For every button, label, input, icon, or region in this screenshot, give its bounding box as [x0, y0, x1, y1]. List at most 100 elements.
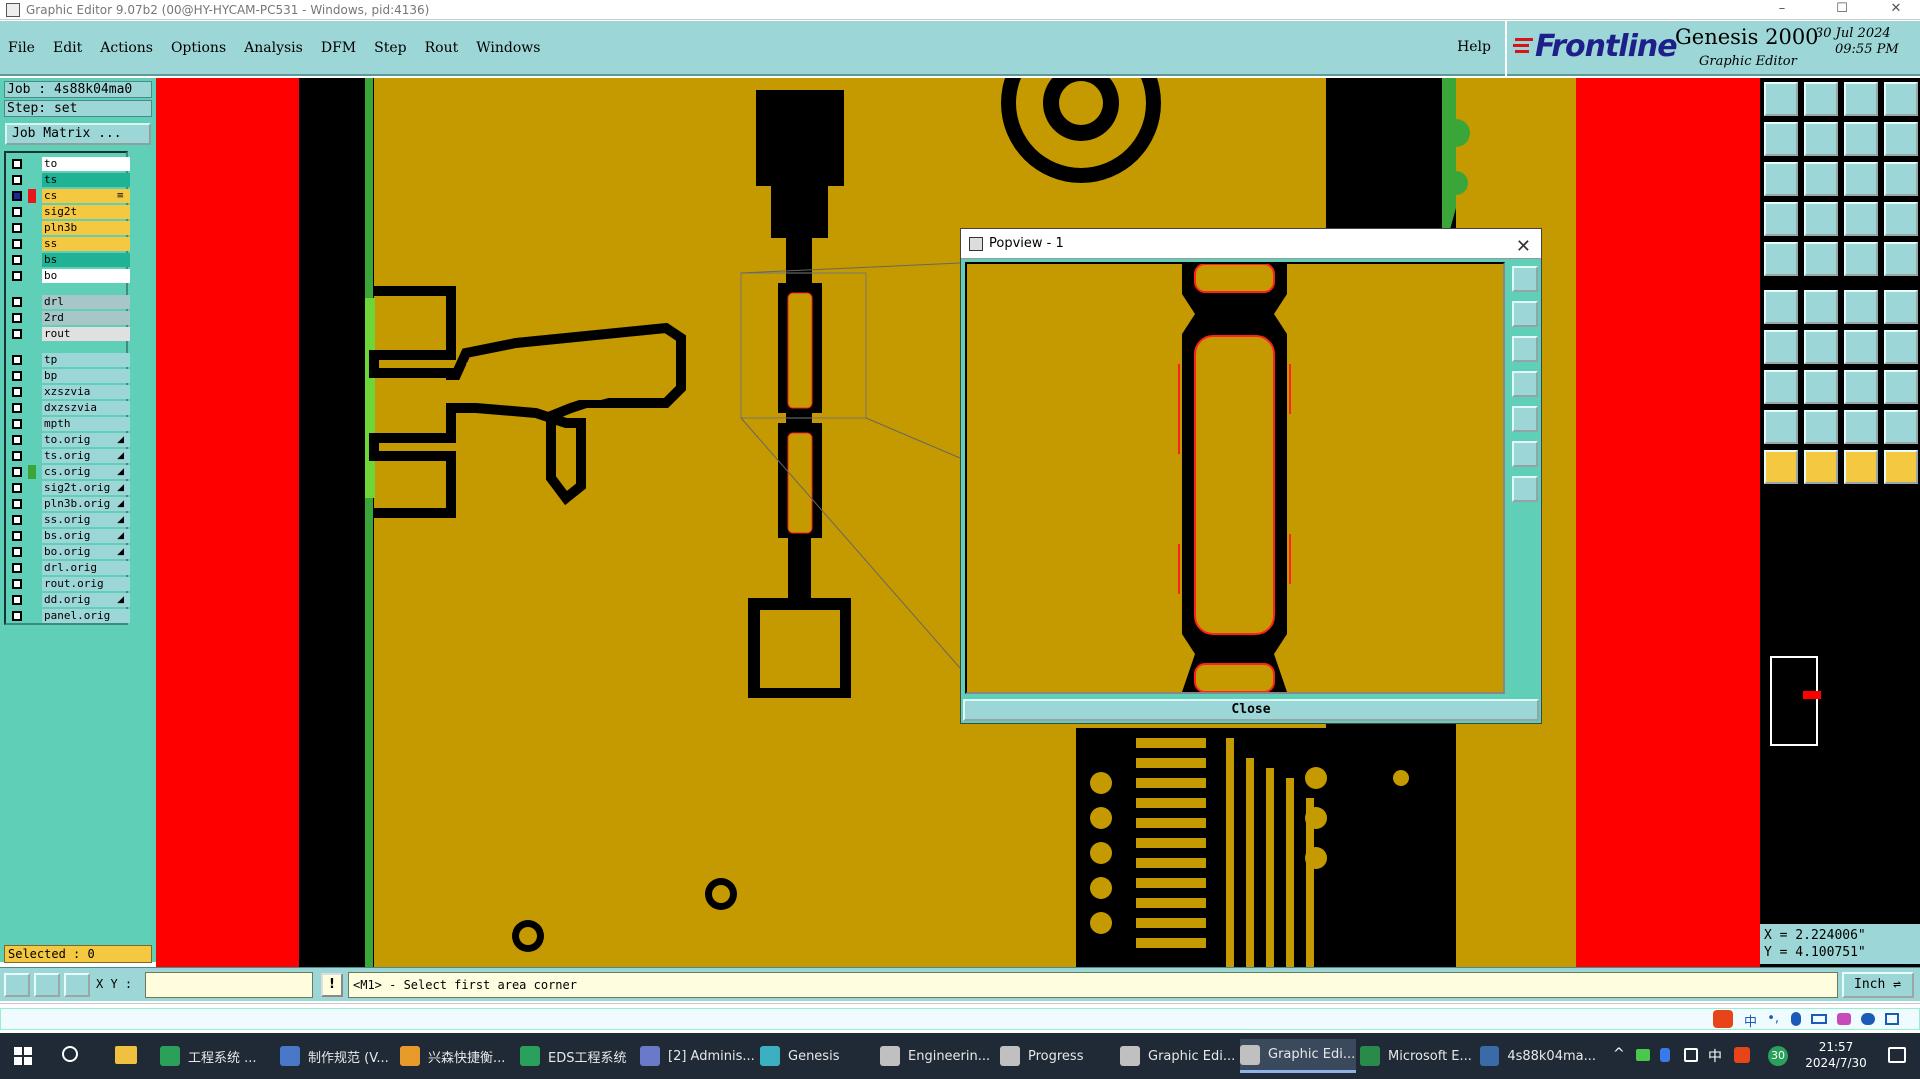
layer-checkbox[interactable] [12, 207, 22, 217]
tray-ime-lang[interactable]: 中 [1708, 1046, 1722, 1066]
layer-checkbox[interactable] [12, 515, 22, 525]
menu-analysis[interactable]: Analysis [244, 40, 303, 56]
layer-checkbox[interactable] [12, 451, 22, 461]
layer-row[interactable]: bo.orig ◢ [8, 545, 130, 559]
taskbar-app[interactable]: 制作规范 (V... [280, 1039, 396, 1073]
box-icon[interactable] [1884, 370, 1918, 404]
layer-color-swatch[interactable] [28, 529, 36, 543]
pad-icon[interactable] [1764, 242, 1798, 276]
draw-line-icon[interactable] [1764, 330, 1798, 364]
layer-row[interactable]: 2rd [8, 311, 130, 325]
layer-row[interactable]: bo [8, 269, 130, 283]
minus-icon[interactable] [1804, 370, 1838, 404]
angle-icon[interactable] [1804, 410, 1838, 444]
layer-color-swatch[interactable] [28, 561, 36, 575]
layer-name[interactable]: ss [42, 237, 130, 251]
layer-color-swatch[interactable] [28, 577, 36, 591]
layer-checkbox[interactable] [12, 547, 22, 557]
select-area-icon[interactable] [1844, 450, 1878, 484]
taskbar-app[interactable]: EDS工程系统 [520, 1039, 636, 1073]
notification-icon[interactable] [1888, 1047, 1906, 1063]
layer-name[interactable]: xzszvia [42, 385, 130, 399]
layer-row[interactable]: cs.orig ◢ [8, 465, 130, 479]
taskbar-app[interactable]: 4s88k04ma... [1480, 1039, 1596, 1073]
layer-row[interactable]: dd.orig ◢ [8, 593, 130, 607]
zoom-out-icon[interactable] [1804, 82, 1838, 116]
layer-checkbox[interactable] [12, 611, 22, 621]
window-icon[interactable] [1884, 82, 1918, 116]
layer-edit-icon[interactable] [1884, 202, 1918, 236]
ime-skin-icon[interactable] [1837, 1013, 1851, 1025]
layer-row[interactable]: xzszvia [8, 385, 130, 399]
layer-checkbox[interactable] [12, 467, 22, 477]
xy-input[interactable] [145, 972, 313, 998]
layer-checkbox[interactable] [12, 239, 22, 249]
redraw-icon[interactable] [1844, 122, 1878, 156]
taskbar-app[interactable]: 工程系统 ... [160, 1039, 276, 1073]
popview-fit-icon[interactable] [1512, 441, 1538, 467]
layer-checkbox[interactable] [12, 387, 22, 397]
popview-pan-right-icon[interactable] [1512, 406, 1538, 432]
ime-mic-icon[interactable] [1791, 1012, 1801, 1026]
layer-row[interactable]: ss.orig ◢ [8, 513, 130, 527]
units-toggle[interactable]: Inch ⇌ [1842, 972, 1914, 998]
layer-color-swatch[interactable] [28, 269, 36, 283]
menu-step[interactable]: Step [374, 40, 406, 56]
layer-checkbox[interactable] [12, 191, 22, 201]
layer-row[interactable]: bs.orig ◢ [8, 529, 130, 543]
popview-zoom-in-icon[interactable] [1512, 266, 1538, 292]
query-icon[interactable] [1884, 162, 1918, 196]
layer-checkbox[interactable] [12, 483, 22, 493]
menu-actions[interactable]: Actions [100, 40, 153, 56]
layer-row[interactable]: tp [8, 353, 130, 367]
ruler-icon[interactable] [1844, 242, 1878, 276]
layer-name[interactable]: dxzszvia [42, 401, 130, 415]
layer-checkbox[interactable] [12, 595, 22, 605]
measure-mode-icon[interactable] [34, 973, 60, 997]
cross-icon[interactable] [1804, 290, 1838, 324]
layer-row[interactable]: bs [8, 253, 130, 267]
layer-color-swatch[interactable] [28, 205, 36, 219]
layer-checkbox[interactable] [12, 579, 22, 589]
layer-checkbox[interactable] [12, 403, 22, 413]
layer-name[interactable]: to [42, 157, 130, 171]
layer-checkbox[interactable] [12, 297, 22, 307]
layer-name[interactable]: drl.orig [42, 561, 130, 575]
grid-icon[interactable] [1804, 202, 1838, 236]
line-icon[interactable] [1804, 242, 1838, 276]
popview-zoom-home-icon[interactable] [1512, 336, 1538, 362]
taskbar-clock[interactable]: 21:57 2024/7/30 [1796, 1039, 1876, 1071]
layer-color-swatch[interactable] [28, 449, 36, 463]
home-icon[interactable] [1844, 82, 1878, 116]
arch2-icon[interactable] [1884, 410, 1918, 444]
start-icon[interactable] [14, 1047, 32, 1065]
layer-name[interactable]: bp [42, 369, 130, 383]
layer-row[interactable]: pln3b.orig ◢ [8, 497, 130, 511]
taskbar-app[interactable]: Genesis [760, 1039, 876, 1073]
tray-sogou-icon[interactable] [1734, 1047, 1750, 1063]
sogou-ime-icon[interactable] [1713, 1010, 1733, 1028]
circle-icon[interactable] [1884, 242, 1918, 276]
layer-color-swatch[interactable] [28, 513, 36, 527]
move-icon[interactable] [1844, 290, 1878, 324]
select-icon[interactable] [1764, 450, 1798, 484]
layer-color-swatch[interactable] [28, 311, 36, 325]
pan-left-icon[interactable] [1764, 122, 1798, 156]
slash-icon[interactable] [1804, 330, 1838, 364]
layer-row[interactable]: sig2t [8, 205, 130, 219]
triangle-icon[interactable] [1764, 410, 1798, 444]
menu-edit[interactable]: Edit [53, 40, 82, 56]
layer-name[interactable]: bs [42, 253, 130, 267]
layer-checkbox[interactable] [12, 563, 22, 573]
layer-row[interactable]: drl.orig [8, 561, 130, 575]
feature-add-icon[interactable] [1764, 370, 1798, 404]
ime-punct-icon[interactable]: •, [1767, 1011, 1779, 1026]
layer-row[interactable]: bp [8, 369, 130, 383]
file-explorer-icon[interactable] [115, 1046, 137, 1064]
layer-color-swatch[interactable] [28, 465, 36, 479]
ime-keyboard-icon[interactable] [1811, 1014, 1827, 1024]
copy-icon[interactable] [1884, 290, 1918, 324]
layer-checkbox[interactable] [12, 531, 22, 541]
message-button[interactable]: ! [321, 973, 343, 997]
layer-row[interactable]: panel.orig [8, 609, 130, 623]
